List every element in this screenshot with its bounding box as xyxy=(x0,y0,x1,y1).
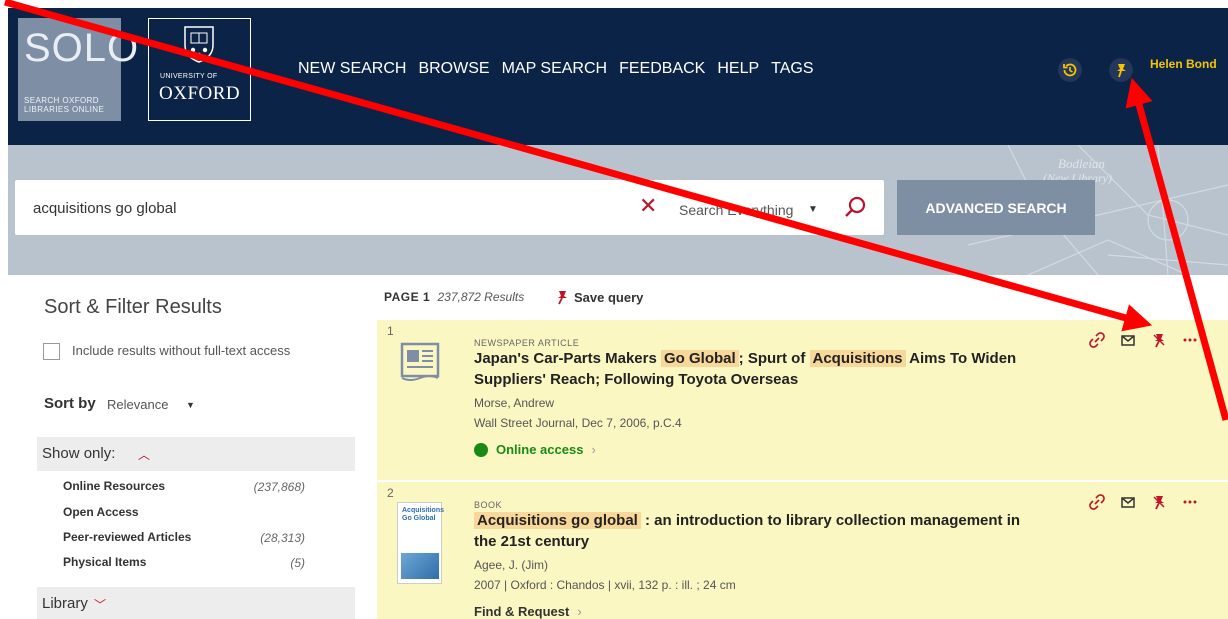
online-access-link[interactable]: Online access › xyxy=(474,442,596,457)
highlight: Go Global xyxy=(661,350,739,367)
save-query-button[interactable]: Save query xyxy=(554,289,643,305)
more-options-icon[interactable] xyxy=(1182,494,1198,510)
advanced-search-button[interactable]: ADVANCED SEARCH xyxy=(897,180,1095,235)
access-label: Find & Request xyxy=(474,604,570,619)
sidebar-title: Sort & Filter Results xyxy=(44,296,222,318)
result-type: NEWSPAPER ARTICLE xyxy=(474,338,580,348)
result-number: 1 xyxy=(387,324,394,338)
result-item[interactable]: 1 NEWSPAPER ARTICLE Japan's Car-Parts Ma… xyxy=(377,320,1228,480)
access-label: Online access xyxy=(496,442,584,457)
page-number: PAGE 1 xyxy=(384,290,431,304)
oxford-text: OXFORD xyxy=(159,83,241,104)
history-icon[interactable] xyxy=(1058,58,1082,82)
article-thumbnail-icon xyxy=(400,342,440,381)
results-summary: PAGE 1 237,872 Results xyxy=(384,290,524,304)
chevron-right-icon: › xyxy=(577,604,582,619)
result-actions xyxy=(1089,494,1198,510)
pin-icon[interactable] xyxy=(1109,58,1133,82)
chevron-right-icon: › xyxy=(591,442,596,457)
pin-icon[interactable] xyxy=(1151,332,1167,348)
facet-peer-reviewed[interactable]: Peer-reviewed Articles xyxy=(63,530,191,544)
library-facet-header[interactable]: Library ﹀ xyxy=(37,587,355,619)
solo-tagline-2: LIBRARIES ONLINE xyxy=(24,105,105,114)
fulltext-checkbox[interactable] xyxy=(43,343,60,360)
nav-help[interactable]: HELP xyxy=(717,60,759,78)
sort-by-label: Sort by xyxy=(44,395,96,412)
result-item[interactable]: 2 Acquisitions Go Global BOOK Acquisitio… xyxy=(377,482,1228,619)
result-author[interactable]: Agee, J. (Jim) xyxy=(474,558,548,572)
solo-logo-text: SOLO xyxy=(24,26,140,70)
sort-chevron-down-icon[interactable]: ▼ xyxy=(186,400,195,410)
result-number: 2 xyxy=(387,486,394,500)
university-of-text: UNIVERSITY OF xyxy=(160,73,218,80)
fulltext-checkbox-label[interactable]: Include results without full-text access xyxy=(72,343,290,358)
svg-text:Bodleian: Bodleian xyxy=(1058,156,1105,171)
facet-physical-items[interactable]: Physical Items xyxy=(63,555,146,569)
find-request-link[interactable]: Find & Request › xyxy=(474,604,582,619)
main-nav: NEW SEARCH BROWSE MAP SEARCH FEEDBACK HE… xyxy=(298,60,826,78)
oxford-logo[interactable]: UNIVERSITY OF OXFORD xyxy=(148,18,251,121)
result-author[interactable]: Morse, Andrew xyxy=(474,396,554,410)
email-icon[interactable] xyxy=(1120,494,1136,510)
pin-icon[interactable] xyxy=(1151,494,1167,510)
library-label: Library xyxy=(42,595,88,612)
book-cover-title: Acquisitions Go Global xyxy=(402,507,445,522)
result-source: Wall Street Journal, Dec 7, 2006, p.C.4 xyxy=(474,416,682,430)
search-scope-select[interactable]: Search Everything xyxy=(679,202,793,218)
nav-tags[interactable]: TAGS xyxy=(771,60,813,78)
result-actions xyxy=(1089,332,1198,348)
email-icon[interactable] xyxy=(1120,332,1136,348)
search-icon[interactable] xyxy=(843,195,867,219)
facet-count: (237,868) xyxy=(253,480,305,494)
more-options-icon[interactable] xyxy=(1182,332,1198,348)
nav-browse[interactable]: BROWSE xyxy=(418,60,489,78)
result-title[interactable]: Acquisitions go global : an introduction… xyxy=(474,510,1034,552)
user-name[interactable]: Helen Bond xyxy=(1150,57,1217,71)
top-header: SOLO SEARCH OXFORD LIBRARIES ONLINE UNIV… xyxy=(8,8,1228,145)
nav-feedback[interactable]: FEEDBACK xyxy=(619,60,705,78)
clear-search-icon[interactable]: ✕ xyxy=(639,195,657,217)
nav-new-search[interactable]: NEW SEARCH xyxy=(298,60,406,78)
facet-count: (5) xyxy=(290,556,305,570)
link-icon[interactable] xyxy=(1089,494,1105,510)
show-only-facet-header[interactable]: Show only: ︿ xyxy=(37,437,355,471)
results-count: 237,872 Results xyxy=(437,290,525,304)
pin-icon xyxy=(558,291,567,305)
search-bar: acquisitions go global ✕ Search Everythi… xyxy=(15,180,884,235)
link-icon[interactable] xyxy=(1089,332,1105,348)
facet-online-resources[interactable]: Online Resources xyxy=(63,479,165,493)
solo-logo[interactable]: SOLO SEARCH OXFORD LIBRARIES ONLINE xyxy=(18,18,138,121)
oxford-crest-icon xyxy=(184,26,214,63)
chevron-down-icon[interactable]: ﹀ xyxy=(94,596,106,613)
solo-tagline-1: SEARCH OXFORD xyxy=(24,96,99,105)
sort-select[interactable]: Relevance xyxy=(107,397,168,412)
search-input[interactable]: acquisitions go global xyxy=(33,200,176,217)
highlight: Acquisitions xyxy=(809,350,906,367)
book-cover-thumbnail[interactable]: Acquisitions Go Global xyxy=(397,502,445,584)
result-type: BOOK xyxy=(474,500,503,510)
result-source: 2007 | Oxford : Chandos | xvii, 132 p. :… xyxy=(474,578,736,592)
show-only-label: Show only: xyxy=(42,445,116,462)
facet-count: (28,313) xyxy=(260,531,305,545)
chevron-down-icon[interactable]: ▼ xyxy=(808,204,818,215)
result-title[interactable]: Japan's Car-Parts Makers Go Global; Spur… xyxy=(474,348,1034,390)
highlight: Acquisitions go global xyxy=(474,512,641,529)
availability-dot-icon xyxy=(474,442,488,457)
nav-map-search[interactable]: MAP SEARCH xyxy=(502,60,608,78)
save-query-label: Save query xyxy=(574,289,644,305)
chevron-up-icon[interactable]: ︿ xyxy=(138,446,150,463)
facet-open-access[interactable]: Open Access xyxy=(63,505,139,519)
